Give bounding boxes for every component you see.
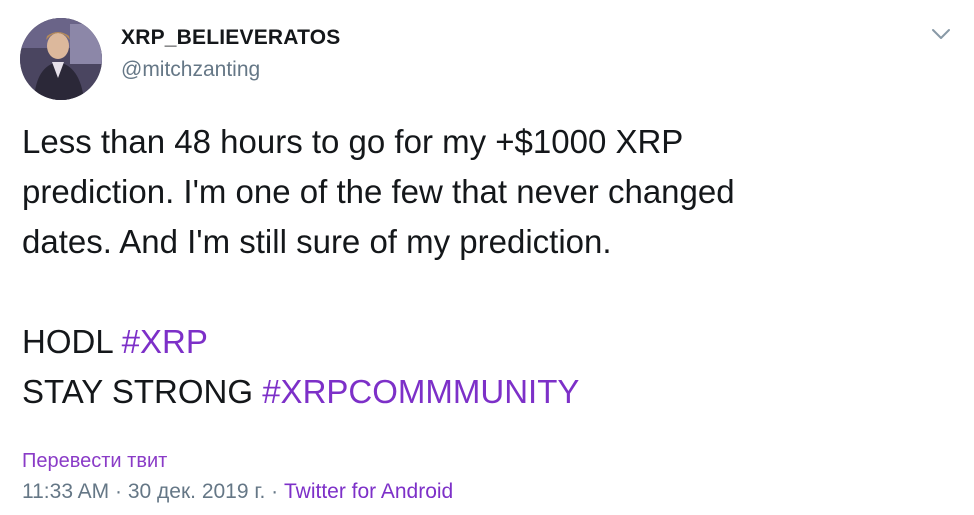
- tweet-text-line: STAY STRONG #XRPCOMMMUNITY: [22, 367, 942, 417]
- chevron-down-icon[interactable]: [930, 26, 952, 42]
- user-display-name[interactable]: XRP_BELIEVERATOS: [121, 26, 340, 50]
- tweet-text-line: Less than 48 hours to go for my +$1000 X…: [22, 123, 684, 160]
- user-handle[interactable]: @mitchzanting: [121, 58, 260, 82]
- tweet-text-line: HODL #XRP: [22, 317, 942, 367]
- tweet-date[interactable]: 30 дек. 2019 г.: [128, 480, 265, 503]
- text-prefix: HODL: [22, 323, 122, 360]
- text-prefix: STAY STRONG: [22, 373, 263, 410]
- hashtag-link[interactable]: #XRP: [122, 323, 208, 360]
- tweet-time[interactable]: 11:33 AM: [22, 480, 109, 503]
- tweet-text: Less than 48 hours to go for my +$1000 X…: [22, 117, 942, 417]
- tweet-text-line: dates. And I'm still sure of my predicti…: [22, 223, 612, 260]
- avatar-image: [20, 18, 102, 100]
- separator: ·: [265, 480, 284, 503]
- tweet-text-line: prediction. I'm one of the few that neve…: [22, 173, 735, 210]
- translate-tweet-link[interactable]: Перевести твит: [22, 450, 167, 473]
- hashtag-link[interactable]: #XRPCOMMMUNITY: [262, 373, 579, 410]
- avatar[interactable]: [20, 18, 102, 100]
- tweet-source-link[interactable]: Twitter for Android: [284, 480, 453, 503]
- tweet-card: XRP_BELIEVERATOS @mitchzanting Less than…: [0, 0, 974, 515]
- separator: ·: [109, 480, 128, 503]
- paragraph-break: [22, 267, 942, 317]
- tweet-metadata: 11:33 AM · 30 дек. 2019 г. · Twitter for…: [22, 480, 453, 504]
